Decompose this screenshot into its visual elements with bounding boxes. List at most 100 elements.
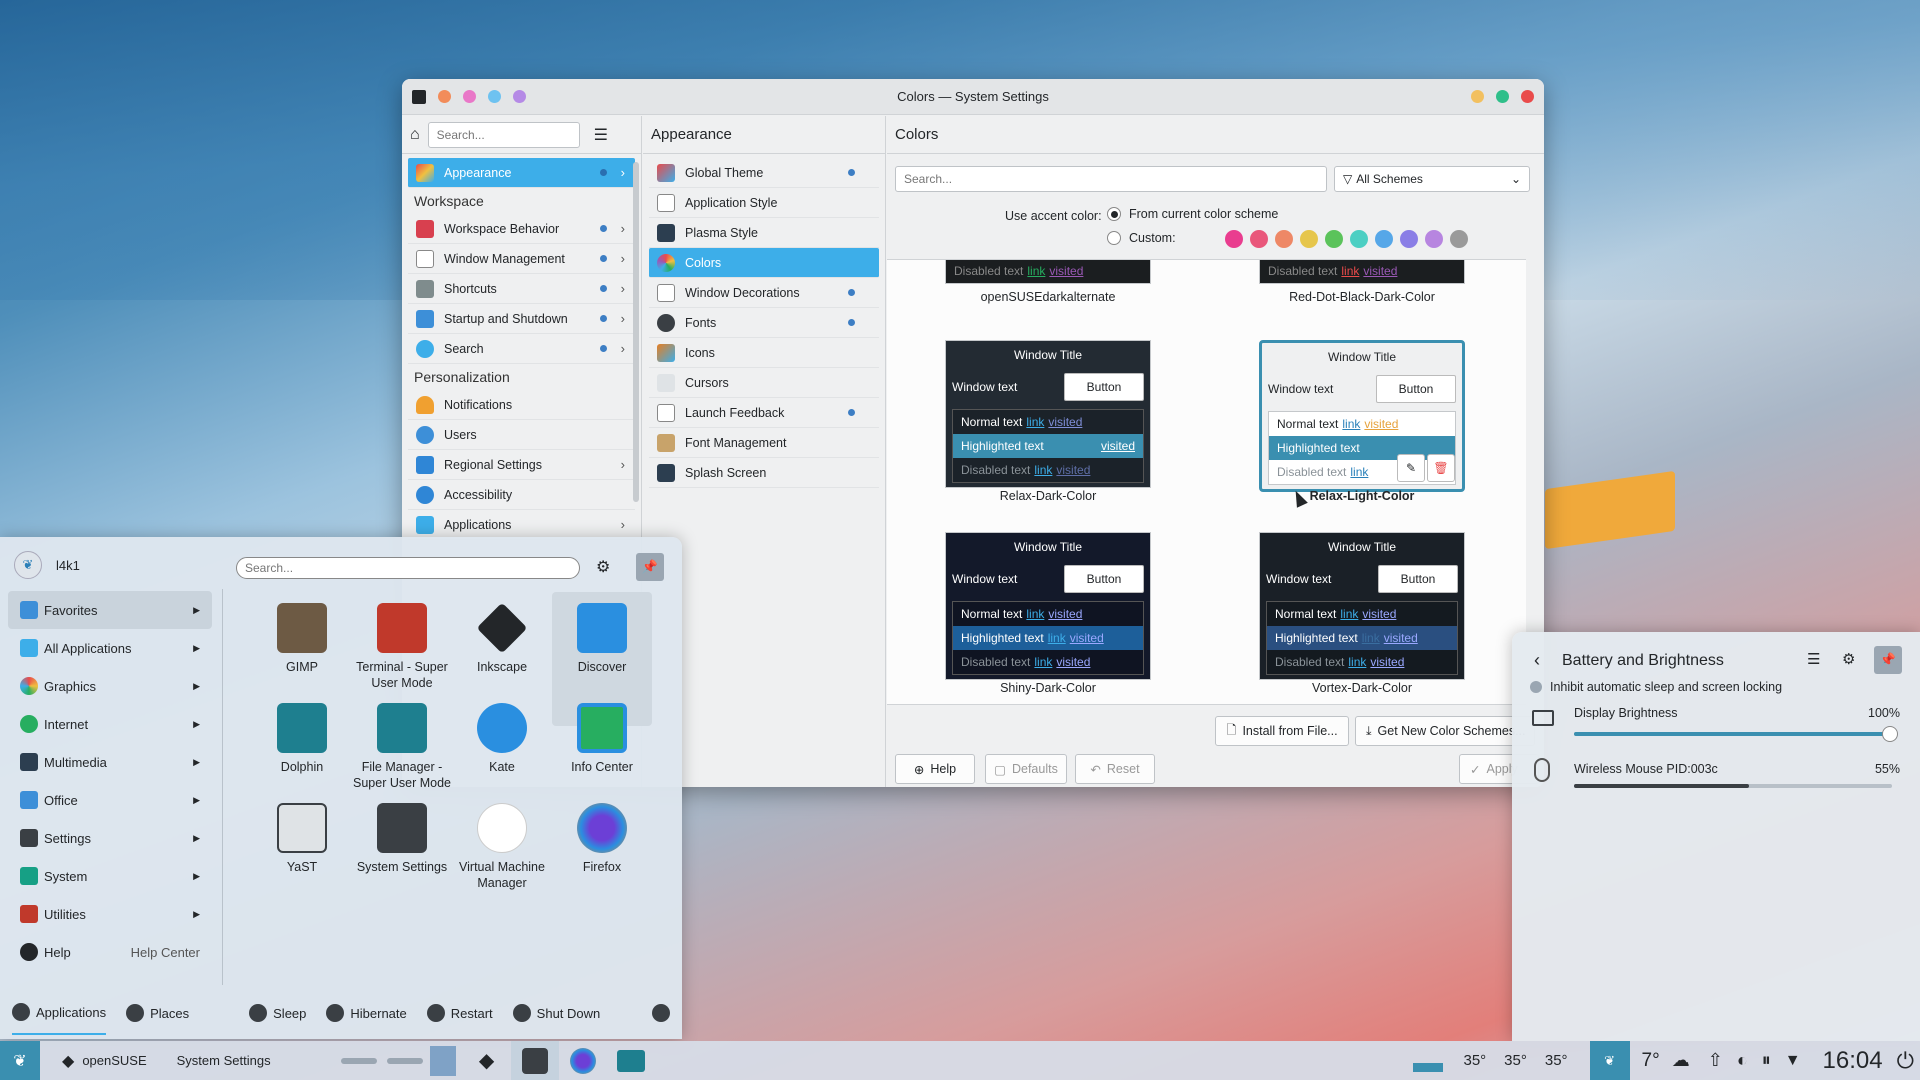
launcher-button[interactable]: ❦ [0,1041,40,1080]
taskbar-firefox[interactable] [559,1041,607,1080]
sidebar-item-regional-settings[interactable]: Regional Settings › [408,450,635,480]
places-tab[interactable]: Places [126,1004,189,1022]
accent-current-radio[interactable]: From current color scheme [1107,207,1278,221]
app-file-manager-su[interactable]: File Manager - Super User Mode [352,703,452,791]
accent-swatch-3[interactable] [1275,230,1293,248]
app-dolphin[interactable]: Dolphin [252,703,352,775]
window-titlebar[interactable]: Colors — System Settings [402,79,1544,115]
app-yast[interactable]: YaST [252,803,352,875]
sidebar-item-shortcuts[interactable]: Shortcuts › [408,274,635,304]
updates-icon[interactable]: ⇧ [1708,1041,1723,1080]
subitem-colors[interactable]: Colors [649,248,879,278]
night-color-icon[interactable]: ◐ [1737,1041,1748,1080]
category-internet[interactable]: Internet ▶ [8,705,212,743]
subitem-cursors[interactable]: Cursors [649,368,879,398]
app-firefox[interactable]: Firefox [552,803,652,875]
subitem-launch-feedback[interactable]: Launch Feedback [649,398,879,428]
accent-custom-radio[interactable]: Custom: [1107,231,1176,245]
accent-swatch-7[interactable] [1375,230,1393,248]
titlebar-dot-pink[interactable] [463,90,476,103]
titlebar-dot-blue[interactable] [488,90,501,103]
shutdown-button[interactable]: Shut Down [512,1004,600,1022]
scheme-preview-red-dot-black[interactable]: Disabled text link visited [1259,260,1465,284]
hibernate-button[interactable]: Hibernate [326,1004,407,1022]
home-icon[interactable]: ⌂ [410,126,420,144]
sidebar-item-workspace-behavior[interactable]: Workspace Behavior › [408,214,635,244]
taskbar-system-settings[interactable] [510,1041,559,1080]
app-virtual-machine-manager[interactable]: Virtual Machine Manager [452,803,552,891]
slider-handle[interactable] [1882,726,1898,742]
app-terminal-su[interactable]: Terminal - Super User Mode [352,603,452,691]
sidebar-item-accessibility[interactable]: Accessibility [408,480,635,510]
restart-button[interactable]: Restart [426,1004,493,1022]
brightness-slider[interactable] [1574,726,1898,742]
reset-button[interactable]: ↶ Reset [1075,754,1155,784]
task-opensuse[interactable]: ◆ openSUSE [62,1041,147,1080]
subitem-font-management[interactable]: Font Management [649,428,879,458]
subitem-plasma-style[interactable]: Plasma Style [649,218,879,248]
sidebar-item-applications[interactable]: Applications › [408,510,635,540]
taskbar-dolphin[interactable] [607,1041,655,1080]
scheme-preview-vortex-dark[interactable]: Window Title Window text Button Normal te… [1259,532,1465,680]
close-button[interactable] [1521,90,1534,103]
get-new-schemes-button[interactable]: ⤓ Get New Color Schemes... [1355,716,1535,746]
configure-icon[interactable]: ⚙ [1842,650,1855,668]
subitem-application-style[interactable]: Application Style [649,188,879,218]
category-utilities[interactable]: Utilities ▶ [8,895,212,933]
minimize-button[interactable] [1471,90,1484,103]
temperature-sensors[interactable]: 35° 35° 35° [1463,1041,1567,1080]
scheme-preview-relax-dark[interactable]: Window Title Window text Button Normal te… [945,340,1151,488]
clock[interactable]: 16:04 [1823,1041,1883,1080]
defaults-button[interactable]: ▢ Defaults [985,754,1067,784]
sidebar-scrollbar[interactable] [633,162,639,502]
network-icon[interactable]: ▼ [1785,1041,1801,1080]
subitem-global-theme[interactable]: Global Theme [649,158,879,188]
scheme-preview-relax-light[interactable]: Window Title Window text Button Normal te… [1259,340,1465,492]
launcher-search-input[interactable]: Search... [236,557,580,579]
sidebar-search-input[interactable]: Search... [427,121,580,148]
sidebar-item-startup-shutdown[interactable]: Startup and Shutdown › [408,304,635,334]
scheme-filter-dropdown[interactable]: ▽ All Schemes ⌄ [1334,166,1530,192]
category-multimedia[interactable]: Multimedia ▶ [8,743,212,781]
sleep-button[interactable]: Sleep [249,1004,306,1022]
accent-swatch-2[interactable] [1250,230,1268,248]
edit-scheme-button[interactable]: ✎ [1397,454,1425,482]
accent-swatch-9[interactable] [1425,230,1443,248]
hamburger-menu-icon[interactable]: ☰ [594,125,608,145]
titlebar-dot-purple[interactable] [513,90,526,103]
pin-button[interactable]: 📌 [1874,646,1902,674]
power-icon[interactable]: ⏻ [1897,1041,1914,1080]
configure-icon[interactable]: ⚙ [596,557,610,577]
app-inkscape[interactable]: Inkscape [452,602,552,675]
desktop-thumbnail[interactable] [423,1041,463,1080]
category-help[interactable]: Help Help Center [8,933,212,971]
accent-swatch-4[interactable] [1300,230,1318,248]
weather-temp[interactable]: 7° [1642,1041,1660,1080]
system-monitor[interactable] [1413,1041,1444,1080]
delete-scheme-button[interactable]: 🗑 [1427,454,1455,482]
leave-more-button[interactable] [652,1004,670,1022]
app-info-center[interactable]: Info Center [552,703,652,775]
install-from-file-button[interactable]: 🗋 Install from File... [1215,716,1349,746]
pager[interactable] [340,1041,423,1080]
category-office[interactable]: Office ▶ [8,781,212,819]
inhibit-sleep-checkbox[interactable]: Inhibit automatic sleep and screen locki… [1530,680,1782,694]
category-system[interactable]: System ▶ [8,857,212,895]
back-icon[interactable]: ‹ [1534,650,1540,671]
accent-swatch-8[interactable] [1400,230,1418,248]
applications-tab[interactable]: Applications [12,991,107,1035]
pin-button[interactable]: 📌 [636,553,664,581]
titlebar-dot-orange[interactable] [438,90,451,103]
category-favorites[interactable]: Favorites ▶ [8,591,212,629]
hamburger-menu-icon[interactable]: ☰ [1807,650,1820,668]
app-system-settings[interactable]: System Settings [352,803,452,875]
sidebar-item-window-management[interactable]: Window Management › [408,244,635,274]
subitem-window-decorations[interactable]: Window Decorations [649,278,879,308]
accent-swatch-6[interactable] [1350,230,1368,248]
media-pause-icon[interactable]: ⏸ [1762,1041,1771,1080]
category-all-applications[interactable]: All Applications ▶ [8,629,212,667]
app-menu-icon[interactable] [412,89,426,104]
subitem-splash-screen[interactable]: Splash Screen [649,458,879,488]
taskbar-inkscape[interactable]: ◆ [463,1041,511,1080]
accent-swatch-5[interactable] [1325,230,1343,248]
